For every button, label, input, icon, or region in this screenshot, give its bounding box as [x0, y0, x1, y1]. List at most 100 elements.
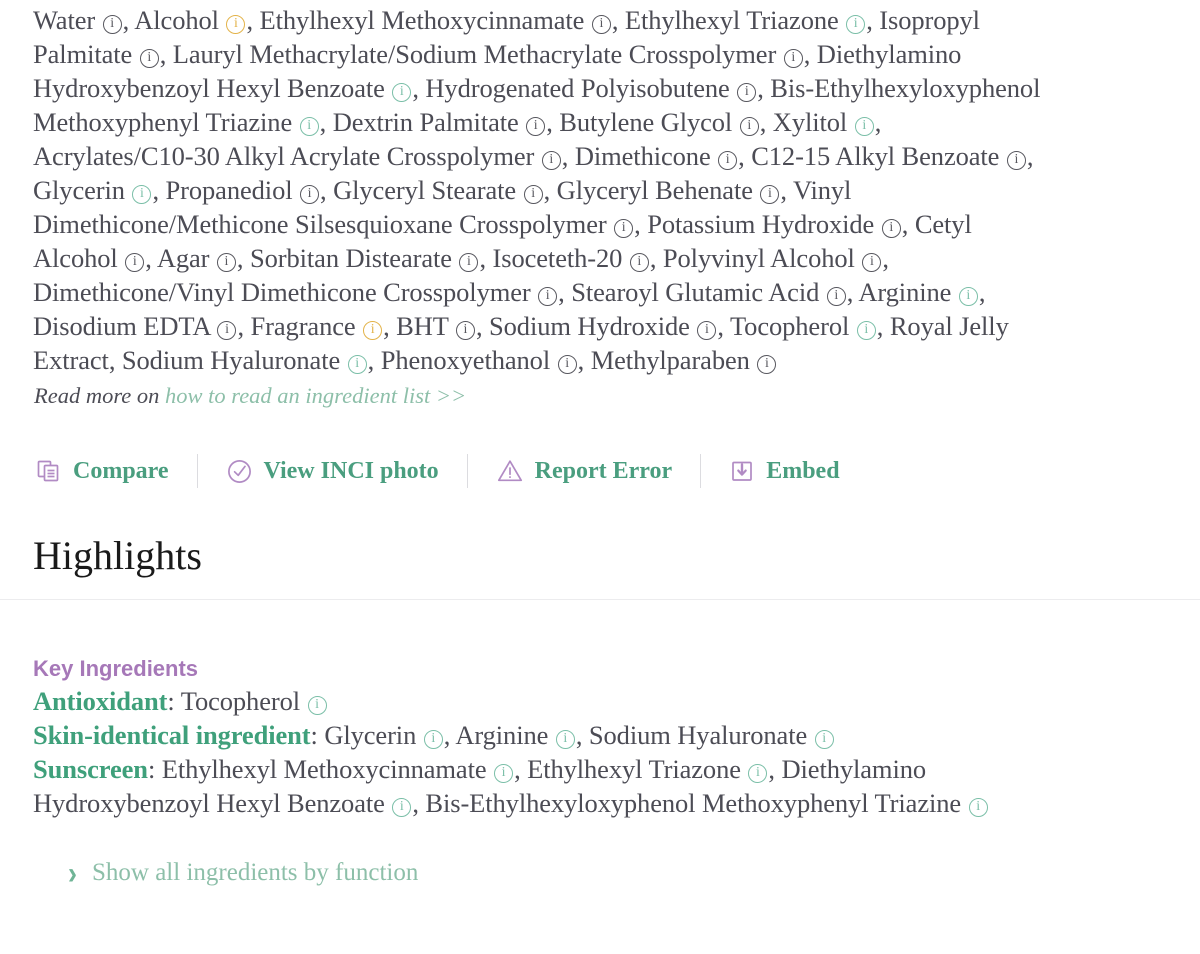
info-icon[interactable]: i	[737, 83, 757, 102]
ingredient-name[interactable]: Water	[33, 5, 95, 35]
show-all-ingredients-by-function-link[interactable]: › Show all ingredients by function	[33, 820, 1170, 890]
info-icon[interactable]: i	[363, 321, 383, 340]
ingredient-name[interactable]: Bis-Ethylhexyloxyphenol Methoxyphenyl Tr…	[425, 788, 961, 818]
info-icon[interactable]: i	[392, 798, 412, 817]
info-icon[interactable]: i	[226, 15, 246, 34]
ingredient-separator: ,	[759, 107, 773, 137]
info-icon[interactable]: i	[347, 355, 367, 374]
info-icon[interactable]: i	[629, 253, 649, 272]
embed-button[interactable]: Embed	[726, 458, 842, 485]
ingredient-name[interactable]: Sodium Hyaluronate	[589, 720, 807, 750]
info-icon[interactable]: i	[299, 117, 319, 136]
ingredient-name[interactable]: Xylitol	[773, 107, 847, 137]
info-icon[interactable]: i	[614, 219, 634, 238]
info-icon[interactable]: i	[300, 185, 320, 204]
ingredient-name[interactable]: Isoceteth-20	[493, 243, 623, 273]
info-icon[interactable]: i	[523, 185, 543, 204]
info-icon[interactable]: i	[968, 798, 988, 817]
info-icon[interactable]: i	[132, 185, 152, 204]
ingredient-name[interactable]: Tocopherol	[181, 686, 300, 716]
ingredient-name[interactable]: Ethylhexyl Methoxycinnamate	[162, 754, 487, 784]
info-icon[interactable]: i	[697, 321, 717, 340]
info-icon[interactable]: i	[854, 117, 874, 136]
key-ingredient-group: Skin-identical ingredient: Glycerin i, A…	[33, 718, 1043, 752]
ingredient-name[interactable]: Polyvinyl Alcohol	[663, 243, 855, 273]
info-icon[interactable]: i	[217, 321, 237, 340]
key-ingredient-category[interactable]: Antioxidant	[33, 686, 167, 716]
info-icon[interactable]: i	[783, 49, 803, 68]
ingredient-name[interactable]: Disodium EDTA	[33, 311, 210, 341]
chevron-right-icon: ›	[68, 855, 77, 890]
ingredient-name[interactable]: Lauryl Methacrylate/Sodium Methacrylate …	[173, 39, 777, 69]
ingredient-separator: ,	[717, 311, 730, 341]
ingredient-name[interactable]: Agar	[157, 243, 210, 273]
info-icon[interactable]: i	[826, 287, 846, 306]
info-icon[interactable]: i	[307, 696, 327, 715]
info-icon[interactable]: i	[139, 49, 159, 68]
ingredient-separator: ,	[159, 39, 173, 69]
info-icon[interactable]: i	[748, 764, 768, 783]
compare-button[interactable]: Compare	[33, 458, 172, 485]
ingredient-name[interactable]: Sodium Hydroxide	[489, 311, 690, 341]
info-icon[interactable]: i	[814, 730, 834, 749]
ingredient-name[interactable]: Acrylates/C10-30 Alkyl Acrylate Crosspol…	[33, 141, 534, 171]
ingredient-name[interactable]: Phenoxyethanol	[381, 345, 550, 375]
info-icon[interactable]: i	[216, 253, 236, 272]
ingredient-name[interactable]: Dimethicone/Vinyl Dimethicone Crosspolym…	[33, 277, 531, 307]
info-icon[interactable]: i	[423, 730, 443, 749]
info-icon[interactable]: i	[591, 15, 611, 34]
report-error-button[interactable]: Report Error	[493, 458, 676, 485]
info-icon[interactable]: i	[739, 117, 759, 136]
ingredient-separator: ,	[237, 311, 251, 341]
info-icon[interactable]: i	[392, 83, 412, 102]
ingredient-name[interactable]: Dimethicone	[575, 141, 711, 171]
ingredient-name[interactable]: Ethylhexyl Methoxycinnamate	[260, 5, 585, 35]
ingredient-name[interactable]: Ethylhexyl Triazone	[527, 754, 741, 784]
info-icon[interactable]: i	[555, 730, 575, 749]
info-icon[interactable]: i	[102, 15, 122, 34]
info-icon[interactable]: i	[541, 151, 561, 170]
ingredient-name[interactable]: Glycerin	[324, 720, 416, 750]
ingredient-name[interactable]: Potassium Hydroxide	[647, 209, 874, 239]
info-icon[interactable]: i	[757, 355, 777, 374]
key-ingredient-category[interactable]: Sunscreen	[33, 754, 148, 784]
ingredient-name[interactable]: Glyceryl Stearate	[333, 175, 516, 205]
info-icon[interactable]: i	[459, 253, 479, 272]
info-icon[interactable]: i	[526, 117, 546, 136]
ingredient-name[interactable]: Dextrin Palmitate	[333, 107, 519, 137]
ingredient-name[interactable]: BHT	[396, 311, 448, 341]
info-icon[interactable]: i	[1006, 151, 1026, 170]
ingredient-name[interactable]: Ethylhexyl Triazone	[625, 5, 839, 35]
ingredient-name[interactable]: Arginine	[858, 277, 951, 307]
ingredient-name[interactable]: Arginine	[455, 720, 548, 750]
info-icon[interactable]: i	[125, 253, 145, 272]
ingredient-name[interactable]: Stearoyl Glutamic Acid	[571, 277, 819, 307]
info-icon[interactable]: i	[862, 253, 882, 272]
info-icon[interactable]: i	[846, 15, 866, 34]
ingredient-name[interactable]: Tocopherol	[730, 311, 849, 341]
ingredient-name[interactable]: Glyceryl Behenate	[557, 175, 753, 205]
ingredient-name[interactable]: Glycerin	[33, 175, 125, 205]
ingredient-separator: ,	[543, 175, 557, 205]
how-to-read-ingredient-list-link[interactable]: how to read an ingredient list >>	[165, 383, 466, 408]
info-icon[interactable]: i	[881, 219, 901, 238]
info-icon[interactable]: i	[958, 287, 978, 306]
ingredient-name[interactable]: Propanediol	[166, 175, 293, 205]
info-icon[interactable]: i	[538, 287, 558, 306]
ingredient-name[interactable]: Fragrance	[251, 311, 356, 341]
ingredient-name[interactable]: Methylparaben	[591, 345, 750, 375]
view-inci-photo-button[interactable]: View INCI photo	[223, 458, 442, 485]
info-icon[interactable]: i	[856, 321, 876, 340]
ingredient-name[interactable]: Sorbitan Distearate	[250, 243, 452, 273]
ingredient-name[interactable]: Alcohol	[134, 5, 219, 35]
ingredient-name[interactable]: Butylene Glycol	[559, 107, 732, 137]
ingredient-name[interactable]: Hydrogenated Polyisobutene	[425, 73, 729, 103]
ingredient-name[interactable]: C12-15 Alkyl Benzoate	[751, 141, 999, 171]
info-icon[interactable]: i	[455, 321, 475, 340]
info-icon[interactable]: i	[557, 355, 577, 374]
key-ingredient-category[interactable]: Skin-identical ingredient	[33, 720, 311, 750]
info-icon[interactable]: i	[494, 764, 514, 783]
info-icon[interactable]: i	[718, 151, 738, 170]
ingredient-name[interactable]: Sodium Hyaluronate	[122, 345, 340, 375]
info-icon[interactable]: i	[760, 185, 780, 204]
